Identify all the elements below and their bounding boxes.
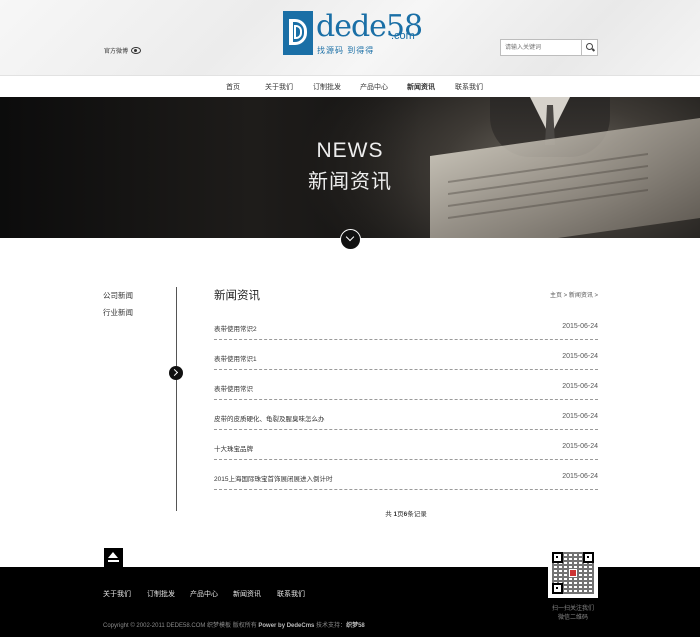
news-list-item: 表带使用常识 2015-06-24: [214, 370, 598, 400]
pagination-info: 共 1页6条记录: [385, 511, 427, 518]
nav-item-news[interactable]: 新闻资讯: [407, 82, 435, 92]
footer-link-about[interactable]: 关于我们: [103, 589, 131, 599]
footer-link-contact[interactable]: 联系我们: [277, 589, 305, 599]
breadcrumb-home-link[interactable]: 主页: [550, 293, 562, 299]
arrow-up-icon: [108, 552, 118, 558]
news-title-link[interactable]: 表带使用常识2: [214, 323, 257, 333]
news-title-link[interactable]: 十大珠宝品牌: [214, 443, 253, 453]
news-title-link[interactable]: 皮带的皮质硬化、龟裂及腥臭味怎么办: [214, 413, 325, 423]
news-title-link[interactable]: 2015上海国际珠宝首饰展闭展进入倒计时: [214, 473, 332, 483]
news-list-item: 皮带的皮质硬化、龟裂及腥臭味怎么办 2015-06-24: [214, 400, 598, 430]
logo-slogan: 找源码 到得得: [317, 46, 375, 55]
sidebar-item-company-news[interactable]: 公司新闻: [103, 290, 133, 301]
news-date: 2015-06-24: [562, 413, 598, 420]
weibo-label: 官方微博: [104, 49, 129, 55]
news-title-link[interactable]: 表带使用常识: [214, 383, 253, 393]
news-list-item: 表带使用常识2 2015-06-24: [214, 310, 598, 340]
news-date: 2015-06-24: [562, 473, 598, 480]
news-list-item: 十大珠宝品牌 2015-06-24: [214, 430, 598, 460]
logo-mark-icon: [283, 11, 313, 55]
news-title-link[interactable]: 表带使用常识1: [214, 353, 257, 363]
back-to-top-button[interactable]: [104, 548, 123, 567]
qr-caption: 扫一扫关注我们 微信二维码: [551, 606, 594, 621]
nav-item-custom-wholesale[interactable]: 订制批发: [313, 82, 341, 92]
breadcrumb-news-link[interactable]: 新闻资讯: [569, 293, 593, 299]
search-input[interactable]: [501, 40, 581, 55]
wechat-qr-code: [548, 548, 598, 598]
nav-item-contact[interactable]: 联系我们: [455, 82, 483, 92]
footer-link-products[interactable]: 产品中心: [190, 589, 218, 599]
sidebar-divider: [176, 287, 177, 511]
scroll-down-button[interactable]: [340, 229, 361, 250]
main-nav: 首页 关于我们 订制批发 产品中心 新闻资讯 联系我们: [0, 77, 700, 97]
official-weibo-link[interactable]: 官方微博: [104, 46, 142, 55]
news-date: 2015-06-24: [562, 383, 598, 390]
copyright-text: Copyright © 2002-2011 DEDE58.COM 织梦模板 版权…: [103, 623, 365, 629]
site-logo[interactable]: dede58 .com 找源码 到得得: [283, 9, 423, 59]
chevron-right-icon[interactable]: [169, 366, 183, 380]
nav-item-products[interactable]: 产品中心: [360, 82, 388, 92]
news-list-item: 表带使用常识1 2015-06-24: [214, 340, 598, 370]
nav-item-about[interactable]: 关于我们: [265, 82, 293, 92]
news-date: 2015-06-24: [562, 443, 598, 450]
breadcrumb: 主页 > 新闻资讯 >: [549, 293, 598, 299]
footer-link-news[interactable]: 新闻资讯: [233, 589, 261, 599]
news-date: 2015-06-24: [562, 323, 598, 330]
sidebar-item-industry-news[interactable]: 行业新闻: [103, 307, 133, 318]
search-button[interactable]: [581, 40, 597, 55]
banner-title-en: NEWS: [316, 139, 384, 162]
news-list-item: 2015上海国际珠宝首饰展闭展进入倒计时 2015-06-24: [214, 460, 598, 490]
news-date: 2015-06-24: [562, 353, 598, 360]
footer-link-custom-wholesale[interactable]: 订制批发: [147, 589, 175, 599]
news-banner: NEWS 新闻资讯: [0, 97, 700, 238]
site-header: 官方微博 dede58 .com 找源码 到得得: [0, 0, 700, 76]
search-box: [500, 39, 598, 56]
nav-item-home[interactable]: 首页: [226, 82, 240, 92]
weibo-icon: [131, 47, 142, 54]
banner-title-cn: 新闻资讯: [308, 171, 392, 193]
news-list: 表带使用常识2 2015-06-24 表带使用常识1 2015-06-24 表带…: [214, 310, 598, 490]
page-title: 新闻资讯: [214, 290, 260, 302]
logo-suffix: .com: [391, 30, 415, 42]
